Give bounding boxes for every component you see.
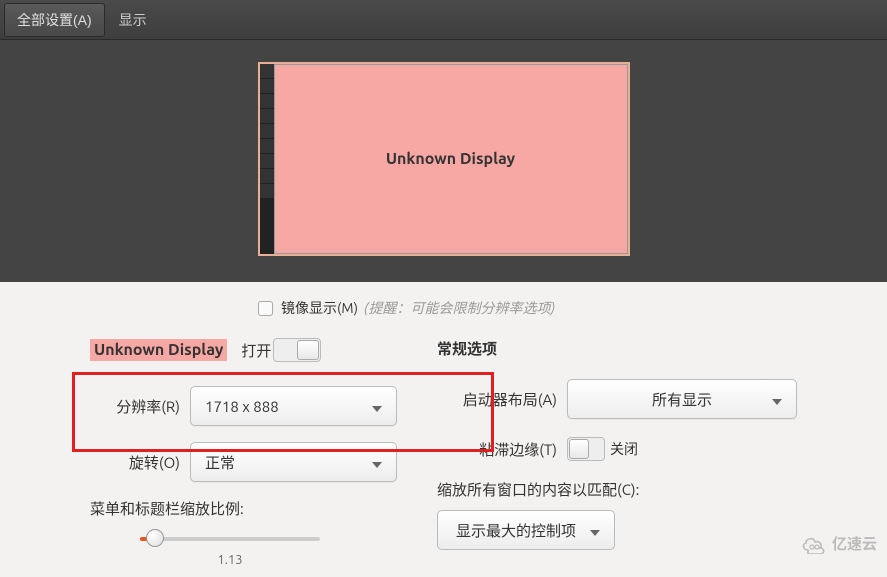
rotation-select[interactable]: 正常 (190, 442, 397, 482)
scale-windows-label: 缩放所有窗口的内容以匹配(C): (437, 479, 797, 500)
menu-scale-slider[interactable] (140, 529, 320, 549)
left-column: Unknown Display 打开 分辨率(R) 1718 x 888 旋转(… (90, 338, 397, 567)
display-preview[interactable]: Unknown Display (258, 62, 630, 256)
rotation-row: 旋转(O) 正常 (90, 442, 397, 482)
display-preview-label: Unknown Display (274, 64, 628, 254)
display-enable-toggle[interactable] (273, 338, 321, 362)
toolbar-title: 显示 (107, 4, 159, 36)
resolution-row: 分辨率(R) 1718 x 888 (90, 386, 397, 426)
chevron-down-icon (372, 398, 382, 415)
all-settings-button[interactable]: 全部设置(A) (4, 3, 105, 37)
selected-display-name: Unknown Display (90, 339, 227, 361)
cloud-icon (800, 534, 828, 554)
sticky-edges-toggle[interactable] (567, 437, 605, 461)
watermark-text: 亿速云 (832, 533, 877, 554)
rotation-label: 旋转(O) (90, 452, 190, 473)
chevron-down-icon (772, 391, 782, 408)
sticky-edges-label: 粘滞边缘(T) (437, 439, 567, 460)
mirror-displays-checkbox[interactable] (258, 301, 273, 316)
menu-scale-value: 1.13 (140, 553, 320, 567)
launcher-row: 启动器布局(A) 所有显示 (437, 379, 797, 419)
launcher-label: 启动器布局(A) (437, 389, 567, 410)
menu-scale-label: 菜单和标题栏缩放比例: (90, 498, 397, 519)
mirror-label: 镜像显示(M) (281, 298, 358, 318)
watermark: 亿速云 (800, 533, 877, 554)
launcher-placement-select[interactable]: 所有显示 (567, 379, 797, 419)
mirror-note: (提醒：可能会限制分辨率选项) (364, 298, 555, 318)
slider-thumb[interactable] (146, 529, 164, 547)
resolution-value: 1718 x 888 (205, 398, 279, 415)
resolution-label: 分辨率(R) (90, 396, 190, 417)
settings-panel: 镜像显示(M) (提醒：可能会限制分辨率选项) Unknown Display … (0, 282, 887, 577)
scale-windows-select[interactable]: 显示最大的控制项 (437, 510, 615, 550)
display-enable-label: 打开 (241, 340, 271, 361)
launcher-preview (260, 64, 274, 254)
rotation-value: 正常 (205, 452, 235, 473)
resolution-select[interactable]: 1718 x 888 (190, 386, 397, 426)
mirror-row: 镜像显示(M) (提醒：可能会限制分辨率选项) (90, 298, 797, 318)
right-column: 常规选项 启动器布局(A) 所有显示 粘滞边缘(T) 关闭 缩放所有窗口的内容以… (437, 338, 797, 567)
chevron-down-icon (372, 454, 382, 471)
chevron-down-icon (590, 522, 600, 539)
launcher-value: 所有显示 (582, 389, 782, 410)
top-toolbar: 全部设置(A) 显示 (0, 0, 887, 40)
sticky-edges-value: 关闭 (605, 435, 643, 463)
scale-windows-value: 显示最大的控制项 (456, 520, 576, 541)
display-preview-area: Unknown Display (0, 40, 887, 282)
sticky-edges-row: 粘滞边缘(T) 关闭 (437, 435, 797, 463)
general-options-title: 常规选项 (437, 338, 797, 359)
